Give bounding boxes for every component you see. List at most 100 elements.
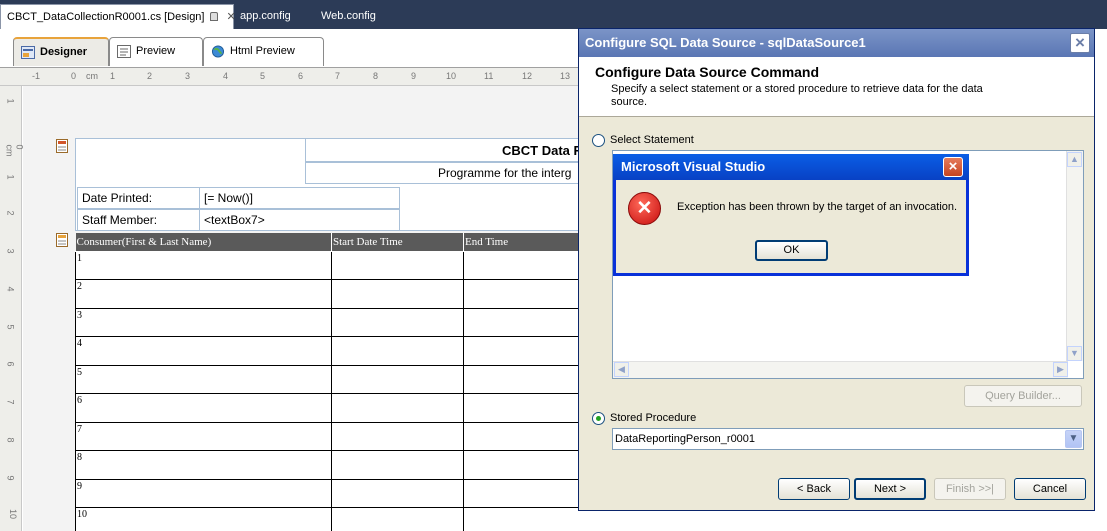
table-cell[interactable]: [331, 450, 464, 480]
ruler-label: 8: [373, 71, 379, 81]
report-table[interactable]: Consumer(First & Last Name) Start Date Ti…: [75, 233, 580, 531]
table-cell[interactable]: [331, 279, 464, 309]
table-cell[interactable]: 7: [75, 421, 332, 451]
tab-designer[interactable]: Designer: [13, 37, 109, 66]
ruler-label: 9: [5, 475, 16, 481]
ruler-label: 6: [5, 361, 16, 367]
tab-html-preview-label: Html Preview: [230, 45, 295, 57]
table-cell[interactable]: [463, 307, 580, 337]
vertical-scrollbar[interactable]: ▲ ▼: [1066, 151, 1083, 361]
select-statement-label[interactable]: Select Statement: [610, 134, 694, 146]
report-subtitle[interactable]: Programme for the interg: [305, 162, 580, 184]
cancel-button[interactable]: Cancel: [1014, 478, 1086, 500]
date-printed-label[interactable]: Date Printed:: [77, 187, 200, 209]
table-cell[interactable]: [331, 478, 464, 508]
vertical-ruler: 1 0 cm 1 2 3 4 5 6 7 8 9 10: [0, 86, 25, 531]
stored-procedure-select[interactable]: DataReportingPerson_r0001 ▼: [612, 428, 1084, 450]
staff-member-label[interactable]: Staff Member:: [77, 209, 200, 231]
dialog-close-icon[interactable]: ×: [1070, 33, 1090, 53]
query-builder-button[interactable]: Query Builder...: [964, 385, 1082, 407]
dialog-description: Specify a select statement or a stored p…: [611, 83, 983, 108]
scroll-right-icon[interactable]: ▶: [1053, 362, 1068, 377]
table-cell[interactable]: [331, 421, 464, 451]
ruler-label: 13: [560, 71, 571, 81]
message-box-close-icon[interactable]: ×: [943, 157, 963, 177]
message-box-title[interactable]: Microsoft Visual Studio: [613, 154, 969, 180]
select-statement-radio[interactable]: [592, 134, 605, 147]
doc-tab-app-config[interactable]: app.config: [234, 4, 297, 29]
ruler-label: 5: [260, 71, 266, 81]
back-button[interactable]: < Back: [778, 478, 850, 500]
table-cell[interactable]: 5: [75, 364, 332, 394]
table-row: 3: [75, 307, 580, 337]
table-cell[interactable]: [463, 450, 580, 480]
staff-member-value[interactable]: <textBox7>: [199, 209, 400, 231]
ruler-label: 5: [5, 324, 16, 330]
tab-preview[interactable]: Preview: [109, 37, 203, 66]
table-cell[interactable]: [463, 364, 580, 394]
ok-button[interactable]: OK: [755, 240, 828, 261]
table-cell[interactable]: [463, 279, 580, 309]
table-cell[interactable]: 9: [75, 478, 332, 508]
table-cell[interactable]: 3: [75, 307, 332, 337]
table-cell[interactable]: 1: [75, 250, 332, 280]
scroll-down-icon[interactable]: ▼: [1067, 346, 1082, 361]
stored-procedure-radio[interactable]: [592, 412, 605, 425]
doc-tab-design[interactable]: CBCT_DataCollectionR0001.cs [Design] ✕: [0, 4, 236, 29]
report-title[interactable]: CBCT Data F: [305, 138, 580, 162]
table-cell[interactable]: 6: [75, 393, 332, 423]
ruler-label: 0: [71, 71, 77, 81]
table-cell[interactable]: [331, 393, 464, 423]
ruler-label: -1: [32, 71, 41, 81]
page-header-icon[interactable]: [56, 139, 68, 153]
table-cell[interactable]: [463, 250, 580, 280]
table-cell[interactable]: [463, 421, 580, 451]
ruler-label: 3: [185, 71, 191, 81]
tab-designer-label: Designer: [40, 46, 88, 58]
column-header[interactable]: Consumer(First & Last Name): [75, 233, 332, 252]
dialog-title[interactable]: Configure SQL Data Source - sqlDataSourc…: [579, 29, 1094, 57]
detail-section-icon[interactable]: [56, 233, 68, 247]
finish-button[interactable]: Finish >>|: [934, 478, 1006, 500]
date-printed-value[interactable]: [= Now()]: [199, 187, 400, 209]
table-cell[interactable]: 4: [75, 336, 332, 366]
tab-html-preview[interactable]: Html Preview: [203, 37, 324, 66]
globe-icon: [211, 45, 225, 58]
table-cell[interactable]: [463, 393, 580, 423]
error-icon: ✕: [628, 192, 661, 225]
ruler-label: 2: [5, 210, 16, 216]
dialog-heading: Configure Data Source Command: [595, 64, 820, 80]
scroll-left-icon[interactable]: ◀: [614, 362, 629, 377]
table-cell[interactable]: [331, 364, 464, 394]
preview-icon: [117, 45, 131, 58]
table-cell[interactable]: [463, 478, 580, 508]
horizontal-scrollbar[interactable]: ◀ ▶: [613, 361, 1068, 378]
column-header[interactable]: End Time: [463, 233, 580, 252]
ruler-label: 10: [8, 508, 19, 520]
table-row: 5: [75, 364, 580, 394]
table-cell[interactable]: [463, 507, 580, 531]
table-cell[interactable]: [331, 250, 464, 280]
ruler-label: 3: [5, 248, 16, 254]
scroll-up-icon[interactable]: ▲: [1067, 152, 1082, 167]
table-cell[interactable]: 10: [75, 507, 332, 531]
tab-preview-label: Preview: [136, 45, 176, 57]
stored-procedure-label[interactable]: Stored Procedure: [610, 412, 696, 424]
pin-icon[interactable]: [210, 12, 219, 21]
column-header[interactable]: Start Date Time: [331, 233, 464, 252]
table-cell[interactable]: [331, 336, 464, 366]
table-cell[interactable]: [463, 336, 580, 366]
table-cell[interactable]: [331, 307, 464, 337]
chevron-down-icon[interactable]: ▼: [1065, 430, 1082, 448]
document-tab-strip: CBCT_DataCollectionR0001.cs [Design] ✕ ap…: [0, 0, 1107, 29]
table-cell[interactable]: [331, 507, 464, 531]
ruler-label: 11: [484, 71, 494, 81]
table-cell[interactable]: 2: [75, 279, 332, 309]
next-button[interactable]: Next >: [854, 478, 926, 500]
ruler-label: cm: [86, 71, 98, 81]
table-cell[interactable]: 8: [75, 450, 332, 480]
doc-tab-web-config[interactable]: Web.config: [315, 4, 382, 29]
dialog-header: Configure Data Source Command Specify a …: [579, 57, 1094, 117]
table-row: 6: [75, 393, 580, 423]
table-row: 9: [75, 478, 580, 508]
